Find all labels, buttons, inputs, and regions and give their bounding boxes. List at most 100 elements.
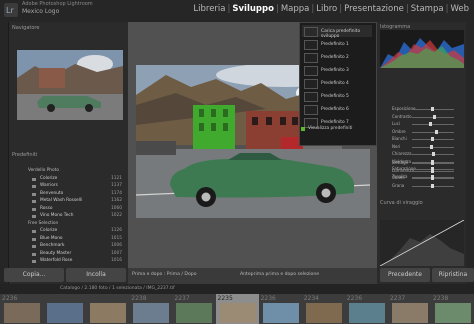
tone-curve-header[interactable]: Curva di viraggio [380, 200, 423, 206]
frame-thumbnail[interactable] [90, 303, 127, 323]
preset-item[interactable]: Vino Mono Tech 1022 [10, 213, 126, 219]
dropdown-item[interactable]: Predefinito 5 [302, 90, 372, 102]
module-mappa[interactable]: Mappa [281, 4, 310, 14]
frame-thumbnail[interactable] [262, 303, 299, 323]
checkbox-icon[interactable] [301, 127, 305, 131]
frame-thumbnail[interactable] [391, 303, 428, 323]
dropdown-footer-label: Visualizza predefiniti [308, 126, 353, 131]
preset-item[interactable]: Blue Mono 1015 [10, 236, 126, 242]
right-panel-collapse-strip[interactable] [466, 22, 474, 284]
filmstrip-cell[interactable]: 2235 [215, 294, 261, 324]
dropdown-footer[interactable]: Visualizza predefiniti [299, 126, 375, 134]
preset-item[interactable]: Colorize 1126 [10, 228, 126, 234]
slider-knob[interactable] [431, 183, 434, 188]
filmstrip-cell[interactable] [86, 294, 132, 324]
presets-header[interactable]: Predefiniti [12, 152, 37, 158]
module-stampa[interactable]: Stampa [411, 4, 444, 14]
dropdown-item[interactable]: Carica predefinito sviluppo [302, 25, 372, 39]
preset-item[interactable]: Benvenuto 1174 [10, 191, 126, 197]
slider-knob[interactable] [431, 161, 434, 165]
preset-item[interactable]: Warriors 1137 [10, 183, 126, 189]
module-libro[interactable]: Libro [316, 4, 337, 14]
left-panel-collapse-strip[interactable] [0, 22, 9, 284]
slider-knob[interactable] [431, 107, 434, 111]
slider-row[interactable]: Esposizione [380, 106, 464, 113]
dropdown-item[interactable]: Predefinito 2 [302, 51, 372, 63]
slider-row[interactable]: Colore [380, 175, 464, 182]
module-libreria[interactable]: Libreria [193, 4, 225, 14]
slider-row[interactable]: Chiarezza [380, 151, 464, 158]
preset-item[interactable]: Colorize 1121 [10, 176, 126, 182]
slider-row[interactable]: Dettagli [380, 160, 464, 167]
reset-button[interactable]: Ripristina [432, 268, 474, 282]
dropdown-item-label: Predefinito 1 [321, 42, 349, 47]
before-after-preview-label[interactable]: Anteprima prima e dopo selezione [240, 272, 319, 277]
preset-count: 1121 [111, 175, 122, 181]
slider-knob[interactable] [435, 129, 439, 134]
frame-number: 2238 [131, 295, 147, 302]
slider-track[interactable] [412, 124, 454, 125]
dropdown-item[interactable]: Predefinito 4 [302, 77, 372, 89]
preset-item[interactable]: Waterfold Rose 1016 [10, 258, 126, 264]
previous-button[interactable]: Precedente [380, 268, 430, 282]
preset-item[interactable]: Benchmark 1006 [10, 243, 126, 249]
slider-row[interactable]: Luminanza [380, 168, 464, 175]
filmstrip-cell[interactable]: 2236 [258, 294, 304, 324]
preset-item[interactable]: Beauty Master 1007 [10, 251, 126, 257]
frame-thumbnail[interactable] [219, 303, 256, 323]
frame-thumbnail[interactable] [305, 303, 342, 323]
module-sviluppo[interactable]: Sviluppo [232, 4, 274, 14]
preset-item[interactable]: Rosso 1060 [10, 206, 126, 212]
dropdown-item[interactable]: Predefinito 3 [302, 64, 372, 76]
before-after-label[interactable]: Prima e dopo : Prima / Dopo [132, 272, 197, 277]
slider-row[interactable]: Contrasto [380, 114, 464, 121]
filmstrip-cell[interactable]: 2238 [431, 294, 474, 324]
module-presentazione[interactable]: Presentazione [344, 4, 404, 14]
preset-icon [32, 207, 36, 211]
filmstrip-cell[interactable]: 2236 [344, 294, 390, 324]
dropdown-item[interactable]: Predefinito 1 [302, 38, 372, 50]
slider-row[interactable]: Neri [380, 144, 464, 151]
slider-row[interactable]: Luci [380, 121, 464, 128]
filmstrip-cell[interactable]: 2237 [387, 294, 433, 324]
slider-knob[interactable] [428, 122, 432, 126]
navigator-thumbnail[interactable] [17, 50, 123, 120]
filmstrip-cell[interactable]: 2234 [301, 294, 347, 324]
slider-row[interactable]: Bianchi [380, 136, 464, 143]
copy-settings-button[interactable]: Copia... [4, 268, 64, 282]
slider-knob[interactable] [430, 144, 434, 149]
preset-icon [32, 177, 36, 181]
slider-knob[interactable] [431, 176, 434, 180]
lightroom-logo-icon: Lr [4, 3, 18, 17]
preset-item[interactable]: Metal Wash Rosselli 1162 [10, 198, 126, 204]
frame-number: 2236 [260, 295, 276, 302]
slider-row[interactable]: Ombre [380, 129, 464, 136]
frame-thumbnail[interactable] [47, 303, 84, 323]
preset-label: Benvenuto [40, 190, 64, 196]
frame-thumbnail[interactable] [176, 303, 213, 323]
slider-track[interactable] [412, 131, 454, 133]
frame-thumbnail[interactable] [435, 303, 471, 323]
filmstrip-cell[interactable]: 2238 [129, 294, 175, 324]
filmstrip-cell[interactable] [43, 294, 89, 324]
slider-knob[interactable] [431, 168, 434, 173]
frame-thumbnail[interactable] [4, 303, 40, 323]
slider-knob[interactable] [431, 152, 435, 156]
dropdown-item[interactable]: Predefinito 6 [302, 103, 372, 115]
filmstrip-cell[interactable]: 2236 [0, 294, 45, 324]
frame-thumbnail[interactable] [348, 303, 385, 323]
preset-item[interactable]: Verdello Photo [10, 168, 126, 174]
slider-knob[interactable] [433, 114, 437, 119]
slider-row[interactable]: Grana [380, 183, 464, 190]
module-web[interactable]: Web [450, 4, 469, 14]
navigator-header[interactable]: Navigatore [12, 25, 39, 31]
slider-knob[interactable] [431, 137, 434, 141]
preset-item[interactable]: Free Selection [10, 221, 126, 227]
preset-icon [32, 237, 36, 241]
tone-curve[interactable] [379, 219, 465, 267]
frame-thumbnail[interactable] [133, 303, 170, 323]
preset-count: 1006 [111, 243, 122, 248]
preset-thumbnail [304, 40, 318, 50]
paste-settings-button[interactable]: Incolla [66, 268, 126, 282]
filmstrip-cell[interactable]: 2237 [172, 294, 218, 324]
